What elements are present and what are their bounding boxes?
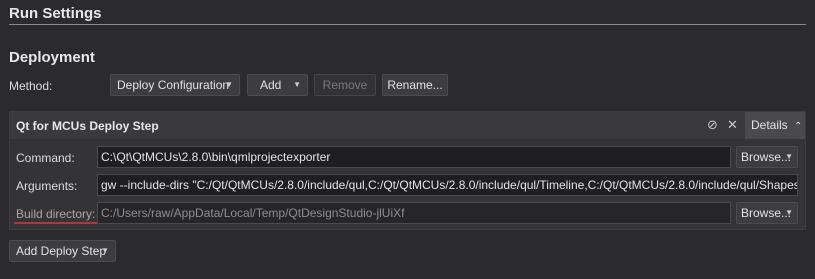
build-directory-input[interactable]: C:/Users/raw/AppData/Local/Temp/QtDesign… [97, 202, 731, 224]
deploy-configuration-select[interactable]: Deploy Configuration ▼ [110, 74, 240, 96]
method-label: Method: [9, 79, 53, 93]
disable-icon[interactable]: ⊘ [707, 117, 718, 133]
build-directory-browse-button[interactable]: Browse... ▼ [736, 202, 798, 224]
remove-button[interactable]: Remove [314, 74, 376, 96]
arguments-input[interactable]: gw --include-dirs "C:/Qt/QtMCUs/2.8.0/in… [97, 174, 798, 196]
deploy-configuration-value: Deploy Configuration [117, 78, 230, 92]
add-deploy-step-button[interactable]: Add Deploy Step ▼ [9, 240, 116, 262]
close-icon[interactable]: ✕ [727, 117, 738, 133]
details-button[interactable]: Details ⌃ [745, 112, 805, 139]
add-button[interactable]: Add ▼ [247, 74, 308, 96]
chevron-down-icon: ▼ [101, 246, 109, 255]
deploy-step-title: Qt for MCUs Deploy Step [16, 119, 159, 133]
add-button-label: Add [260, 78, 282, 92]
run-settings-page: Run Settings Deployment Method: Deploy C… [0, 0, 815, 279]
command-label: Command: [16, 151, 75, 165]
subsection-title: Deployment [9, 49, 95, 66]
add-deploy-step-label: Add Deploy Step [16, 244, 107, 258]
deploy-step-panel: Qt for MCUs Deploy Step ⊘ ✕ Details ⌃ Co… [9, 111, 806, 230]
command-browse-button[interactable]: Browse... ▼ [736, 146, 798, 168]
deploy-step-header: Qt for MCUs Deploy Step ⊘ ✕ Details ⌃ [10, 112, 805, 139]
section-title: Run Settings [9, 5, 102, 22]
chevron-down-icon: ▼ [785, 208, 793, 217]
build-directory-label: Build directory: [16, 207, 96, 221]
error-underline [14, 222, 98, 224]
chevron-up-icon: ⌃ [794, 121, 803, 132]
build-directory-browse-label: Browse... [741, 206, 792, 220]
arguments-label: Arguments: [16, 179, 78, 193]
chevron-down-icon: ▼ [785, 152, 793, 161]
command-input[interactable]: C:\Qt\QtMCUs\2.8.0\bin\qmlprojectexporte… [97, 146, 731, 168]
section-divider [9, 24, 806, 25]
chevron-down-icon: ▼ [225, 80, 233, 89]
chevron-down-icon: ▼ [293, 80, 301, 89]
rename-button[interactable]: Rename... [382, 74, 448, 96]
command-browse-label: Browse... [741, 150, 792, 164]
details-button-label: Details [751, 118, 788, 132]
